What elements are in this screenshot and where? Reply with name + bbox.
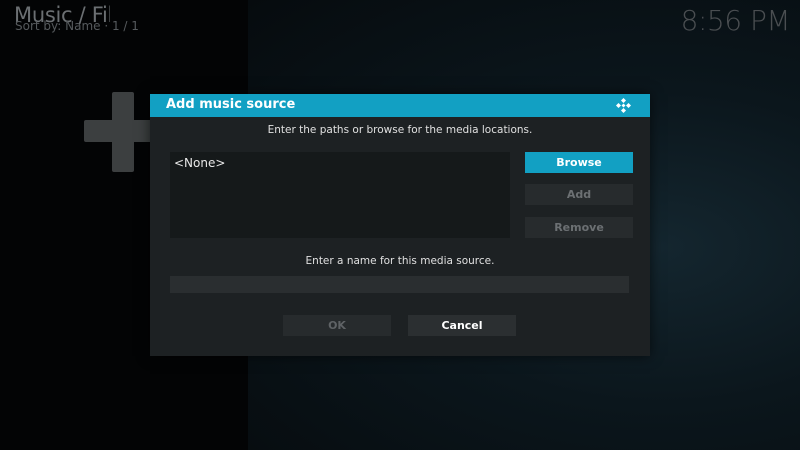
path-list-item[interactable]: <None> bbox=[174, 156, 225, 170]
path-list[interactable]: <None> bbox=[170, 152, 510, 238]
dialog-title: Add music source bbox=[166, 97, 296, 112]
name-instruction: Enter a name for this media source. bbox=[305, 255, 495, 267]
ok-button[interactable]: OK bbox=[283, 315, 391, 336]
add-button[interactable]: Add bbox=[525, 184, 633, 205]
dialog-header: Add music source bbox=[150, 94, 650, 117]
add-music-source-dialog: Add music source Enter the paths or brow… bbox=[150, 94, 650, 356]
remove-button[interactable]: Remove bbox=[525, 217, 633, 238]
sort-info: Sort by: Name · 1 / 1 bbox=[15, 19, 139, 33]
kodi-logo-icon bbox=[616, 98, 631, 113]
source-name-field[interactable] bbox=[170, 276, 629, 293]
clock: 8:56 PM bbox=[680, 4, 791, 37]
paths-instruction: Enter the paths or browse for the media … bbox=[267, 124, 533, 136]
browse-button[interactable]: Browse bbox=[525, 152, 633, 173]
cancel-button[interactable]: Cancel bbox=[408, 315, 516, 336]
